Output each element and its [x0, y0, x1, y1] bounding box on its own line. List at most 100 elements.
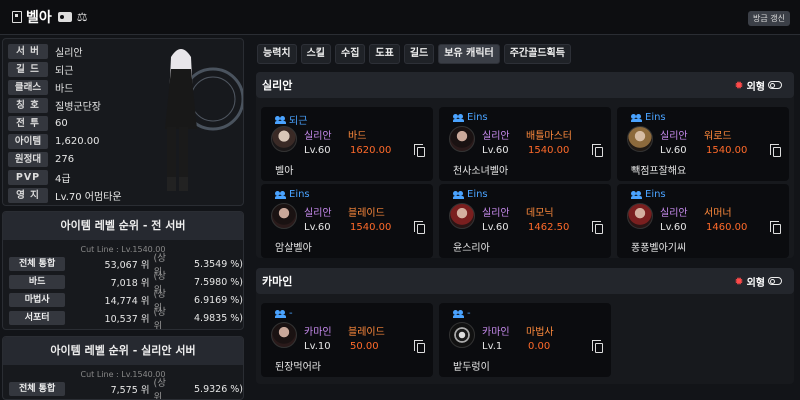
profile-row-server: 서 버 실리안: [8, 43, 83, 59]
look-toggle[interactable]: ✹ 외형: [734, 274, 782, 289]
avatar: [449, 126, 475, 152]
character-card[interactable]: - 카마인 마법사 Lv.1 0.00 밭두렁이: [439, 303, 611, 377]
users-icon: [453, 113, 464, 122]
character-card[interactable]: Eins 실리안 데모닉 Lv.60 1462.50 윤스리아: [439, 184, 611, 258]
profile-row-estate: 영 지 Lv.70 어멈타운: [8, 187, 122, 203]
profile-label: 칭 호: [8, 97, 48, 113]
ranking-rank: 10,537 위: [104, 314, 150, 325]
guild-name: -: [289, 308, 293, 319]
character-card[interactable]: - 카마인 블레이드 Lv.10 50.00 된장먹어라: [261, 303, 433, 377]
card-item-level: 1460.00: [706, 222, 748, 233]
card-class: 바드: [348, 131, 367, 142]
tab-guild[interactable]: 길드: [403, 44, 435, 64]
copy-icon[interactable]: [592, 144, 603, 157]
card-item-level: 1540.00: [528, 145, 570, 156]
guild-name: Eins: [645, 112, 666, 123]
card-class: 서머너: [704, 208, 732, 219]
look-toggle[interactable]: ✹ 외형: [734, 78, 782, 93]
card-character-name: 퐁퐁벨아기씨: [631, 243, 687, 254]
profile-row-expedition: 원정대 276: [8, 151, 74, 167]
character-card[interactable]: Eins 실리안 서머너 Lv.60 1460.00 퐁퐁벨아기씨: [617, 184, 789, 258]
card-guild: Eins: [275, 189, 310, 200]
card-class: 데모닉: [526, 208, 554, 219]
card-level: Lv.60: [304, 145, 331, 156]
tab-chart[interactable]: 도표: [369, 44, 400, 64]
ranking-percent: 6.9169 %): [194, 294, 243, 306]
scale-icon[interactable]: ⚖: [77, 10, 88, 24]
ranking-label: 전체 통합: [9, 382, 66, 396]
profile-value: 되근: [55, 65, 74, 77]
server-header: 실리안 ✹ 외형: [256, 72, 794, 98]
tab-skills[interactable]: 스킬: [300, 44, 332, 64]
ranking-all-panel: 아이템 레벨 순위 - 전 서버 Cut Line : Lv.1540.00 전…: [2, 211, 244, 330]
card-guild: Eins: [631, 112, 666, 123]
guild-name: Eins: [467, 189, 488, 200]
card-server: 실리안: [304, 208, 332, 219]
card-guild: -: [275, 308, 293, 319]
avatar: [627, 126, 653, 152]
copy-icon[interactable]: [414, 144, 425, 157]
ranking-row: 전체 통합 7,575 위 (상위 5.9326 %): [3, 378, 243, 399]
server-name: 실리안: [262, 79, 293, 92]
card-character-name: 된장먹어라: [275, 362, 321, 373]
card-level: Lv.1: [482, 341, 503, 352]
card-server: 실리안: [660, 208, 688, 219]
card-guild: 되근: [275, 112, 307, 127]
profile-label: PVP: [8, 169, 48, 185]
card-server: 카마인: [482, 327, 510, 338]
ranking-row: 마법사 14,774 위 (상위 6.9169 %): [3, 289, 243, 314]
tab-owned-characters[interactable]: 보유 캐릭터: [438, 44, 500, 64]
ranking-top-label: (상위: [153, 307, 166, 330]
toggle-icon[interactable]: [768, 81, 782, 89]
ranking-label: 마법사: [9, 293, 66, 307]
profile-row-class: 클래스 바드: [8, 79, 73, 95]
card-character-name: 밭두렁이: [453, 362, 490, 373]
character-card[interactable]: 되근 실리안 바드 Lv.60 1620.00 벨아: [261, 107, 433, 181]
card-class: 워로드: [704, 131, 732, 142]
ranking-server-title: 아이템 레벨 순위 - 실리안 서버: [3, 337, 243, 365]
card-guild: Eins: [631, 189, 666, 200]
character-card[interactable]: Eins 실리안 블레이드 Lv.60 1540.00 암살벨아: [261, 184, 433, 258]
card-item-level: 1620.00: [350, 145, 392, 156]
card-character-name: 빽점프잘해요: [631, 166, 687, 177]
copy-icon[interactable]: [592, 340, 603, 353]
ranking-percent: 7.5980 %): [194, 276, 243, 288]
copy-icon[interactable]: [414, 221, 425, 234]
copy-icon[interactable]: [770, 144, 781, 157]
card-item-level: 1462.50: [528, 222, 570, 233]
card-level: Lv.60: [660, 145, 687, 156]
profile-label: 길 드: [8, 61, 48, 77]
server-name: 카마인: [262, 275, 293, 288]
refresh-button[interactable]: 방금 갱신: [748, 11, 790, 26]
tab-weekly-gold[interactable]: 주간골드획득: [503, 44, 571, 64]
copy-icon[interactable]: [414, 340, 425, 353]
avatar: [271, 322, 297, 348]
card-character-name: 벨아: [275, 166, 294, 177]
ranking-rank: 7,575 위: [110, 385, 150, 396]
profile-label: 서 버: [8, 43, 48, 59]
character-name: 벨아: [26, 10, 52, 26]
profile-row-item-level: 아이템 1,620.00: [8, 133, 100, 149]
toggle-icon[interactable]: [768, 277, 782, 285]
bookmark-icon[interactable]: [12, 11, 22, 23]
card-class: 마법사: [526, 327, 554, 338]
ranking-percent: 5.9326 %): [194, 383, 243, 395]
avatar: [271, 203, 297, 229]
character-card[interactable]: Eins 실리안 배틀마스터 Lv.60 1540.00 천사소녀벨아: [439, 107, 611, 181]
card-level: Lv.10: [304, 341, 331, 352]
guild-name: -: [467, 308, 471, 319]
id-card-icon[interactable]: [57, 12, 72, 22]
copy-icon[interactable]: [770, 221, 781, 234]
character-card[interactable]: Eins 실리안 워로드 Lv.60 1540.00 빽점프잘해요: [617, 107, 789, 181]
profile-row-guild: 길 드 되근: [8, 61, 73, 77]
card-level: Lv.60: [482, 145, 509, 156]
card-character-name: 윤스리아: [453, 243, 490, 254]
copy-icon[interactable]: [592, 221, 603, 234]
tab-stats[interactable]: 능력치: [257, 44, 297, 64]
guild-name: Eins: [645, 189, 666, 200]
character-portrait: [165, 49, 243, 191]
card-server: 카마인: [304, 327, 332, 338]
profile-row-title: 칭 호 질병군단장: [8, 97, 101, 113]
tab-collection[interactable]: 수집: [335, 44, 366, 64]
tab-bar: 능력치 스킬 수집 도표 길드 보유 캐릭터 주간골드획득: [257, 44, 571, 64]
